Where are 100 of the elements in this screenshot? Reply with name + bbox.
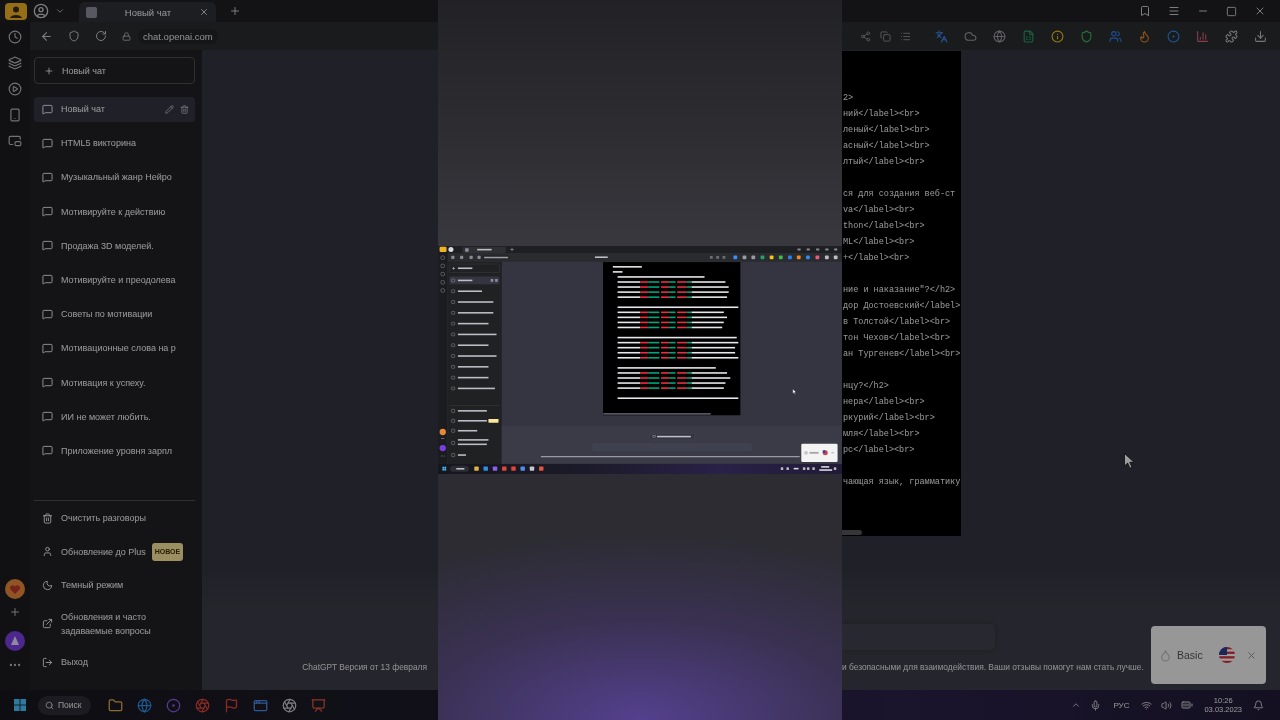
menu-item[interactable]: Очистить разговоры <box>34 506 195 530</box>
play-icon[interactable] <box>8 82 22 96</box>
bookmark-icon[interactable] <box>1139 5 1151 17</box>
code-line: в Толстой</label><br> <box>843 316 951 329</box>
users-icon[interactable] <box>1109 29 1122 43</box>
chevron-up-icon[interactable] <box>1071 700 1082 710</box>
code-line: ан Тургенев</label><br> <box>843 348 961 361</box>
code-line: 2> <box>843 92 854 105</box>
chat-bubble-icon <box>42 206 53 218</box>
aperture-icon[interactable] <box>281 697 297 713</box>
translate-icon[interactable] <box>935 29 948 43</box>
phone-icon[interactable] <box>8 108 22 122</box>
code-line: +</label><br> <box>843 252 910 265</box>
flag-icon[interactable] <box>223 697 239 713</box>
globe-icon[interactable] <box>136 697 152 713</box>
code-line: ся для создания веб-ст <box>843 188 956 201</box>
trash-icon <box>42 512 53 524</box>
battery-icon[interactable] <box>1181 699 1194 711</box>
globe-icon[interactable] <box>993 29 1006 43</box>
mic-icon[interactable] <box>1090 699 1102 711</box>
code-line: лтый</label><br> <box>843 156 925 169</box>
chat-item[interactable]: Мотивационные слова на р <box>34 335 195 361</box>
close-icon[interactable] <box>1246 649 1257 661</box>
list-icon[interactable] <box>900 30 911 42</box>
back-icon[interactable] <box>40 29 53 43</box>
menu-item[interactable]: Темный режим <box>34 573 195 597</box>
picture-in-picture-icon[interactable] <box>8 134 22 148</box>
code-line: ний</label><br> <box>843 108 920 121</box>
chat-item[interactable]: Музыкальный жанр Нейро <box>34 164 195 190</box>
reload-icon[interactable] <box>95 30 107 42</box>
menu-item[interactable]: Выход <box>34 650 195 674</box>
close-icon[interactable] <box>199 7 209 17</box>
logo-icon[interactable] <box>5 2 27 20</box>
chevron-down-icon[interactable] <box>55 6 65 16</box>
share-icon[interactable] <box>860 30 871 42</box>
avatar-icon[interactable] <box>5 579 25 599</box>
search-field[interactable]: Поиск <box>38 695 91 715</box>
chat-bubble-icon <box>42 240 53 252</box>
footer-text: и безопасными для взаимодействия. Ваши отзывы помогут нам стать лучше. <box>842 662 1144 672</box>
shield-icon[interactable] <box>68 30 80 42</box>
bar-chart-icon[interactable] <box>1196 29 1209 43</box>
tile-icon <box>86 6 97 18</box>
aperture-icon[interactable] <box>194 697 210 713</box>
chat-item[interactable]: Мотивируйте и преодолева <box>34 267 195 293</box>
window-icon[interactable] <box>252 697 268 713</box>
circle-dot-icon[interactable] <box>1167 29 1180 43</box>
spreadsheet-icon[interactable] <box>1022 29 1035 43</box>
shield-icon[interactable] <box>1080 29 1093 43</box>
folder-icon[interactable] <box>107 697 123 713</box>
layers-icon[interactable] <box>8 56 22 70</box>
wifi-icon[interactable] <box>1141 699 1153 711</box>
trash-icon[interactable] <box>180 104 189 114</box>
chat-item[interactable]: ИИ не может любить. <box>34 404 195 430</box>
menu-icon[interactable] <box>1168 5 1180 17</box>
code-line: дор Достоевский</label> <box>843 300 961 313</box>
logout-icon <box>42 656 53 668</box>
chat-bubble-icon <box>42 342 53 354</box>
menu-item[interactable]: Обновления и часто задаваемые вопросы <box>34 604 195 643</box>
puzzle-icon[interactable] <box>1225 29 1238 43</box>
address-field[interactable]: chat.openai.com <box>138 28 218 44</box>
chat-item[interactable]: Мотивируйте к действию <box>34 199 195 225</box>
profile-icon[interactable] <box>33 3 49 19</box>
code-line: va</label><br> <box>843 204 915 217</box>
chat-item[interactable]: Продажа 3D моделей. <box>34 233 195 259</box>
download-icon[interactable] <box>1254 29 1267 43</box>
chat-bubble-icon <box>42 308 53 320</box>
circle-icon[interactable] <box>5 631 25 651</box>
plus-icon[interactable] <box>229 5 241 17</box>
horizontal-scrollbar[interactable] <box>842 530 862 535</box>
popup-label: Basic <box>1177 649 1203 661</box>
maximize-icon[interactable] <box>1226 5 1237 17</box>
info-icon[interactable] <box>1051 29 1064 43</box>
chat-item[interactable]: Советы по мотивации <box>34 301 195 327</box>
pencil-icon[interactable] <box>165 104 174 114</box>
chat-item[interactable]: HTML5 викторина <box>34 130 195 156</box>
code-line: ркурий</label><br> <box>843 412 935 425</box>
search-icon <box>45 700 54 710</box>
plus-icon <box>44 65 54 76</box>
chat-item[interactable]: Приложение уровня зарпл <box>34 438 195 464</box>
language-indicator[interactable]: РУС <box>1113 700 1130 710</box>
new-chat-button[interactable]: Новый чат <box>34 57 195 84</box>
circle-dot-icon[interactable] <box>165 697 181 713</box>
chat-item[interactable]: Новый чат <box>34 96 195 122</box>
presentation-icon[interactable] <box>310 697 326 713</box>
code-line: ML</label><br> <box>843 236 915 249</box>
cloud-icon[interactable] <box>964 29 977 43</box>
code-line: thon</label><br> <box>843 220 925 233</box>
bell-icon[interactable] <box>1253 699 1264 711</box>
plus-icon[interactable] <box>9 606 21 618</box>
browser-tab[interactable]: Новый чат <box>79 2 216 22</box>
start-icon[interactable] <box>14 699 26 711</box>
moon-icon <box>42 579 53 591</box>
volume-icon[interactable] <box>1161 699 1173 711</box>
chat-bubble-icon <box>42 103 53 115</box>
clock-icon[interactable] <box>8 30 22 44</box>
flame-icon[interactable] <box>1138 29 1151 43</box>
copy-icon[interactable] <box>880 30 891 42</box>
close-icon[interactable] <box>1254 5 1266 17</box>
chat-item[interactable]: Мотивация к успеху. <box>34 370 195 395</box>
input-field[interactable] <box>842 624 995 650</box>
